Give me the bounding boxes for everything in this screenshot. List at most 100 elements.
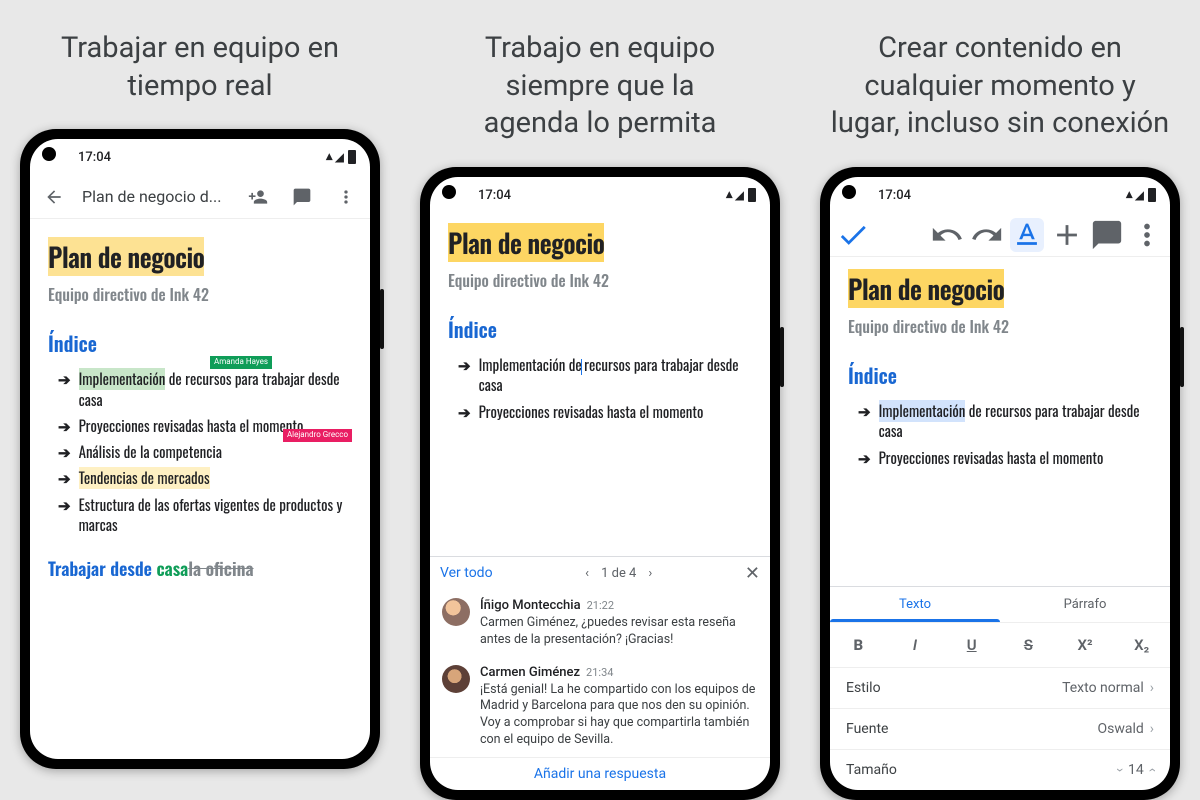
strike-button[interactable]: S — [1000, 623, 1057, 667]
bold-button[interactable]: B — [830, 623, 887, 667]
signal-icon — [335, 150, 344, 165]
comment-author: Carmen Giménez — [480, 665, 580, 680]
doc-subtitle: Equipo directivo de Ink 42 — [448, 268, 752, 292]
toc-item: Alejandro Grecco ➔Análisis de la compete… — [48, 439, 352, 465]
size-row: Tamaño › 14 › — [830, 749, 1170, 790]
document-body[interactable]: Plan de negocio Equipo directivo de Ink … — [830, 257, 1170, 586]
arrow-icon: ➔ — [858, 448, 871, 468]
wifi-icon — [326, 149, 333, 165]
arrow-icon: ➔ — [58, 495, 71, 536]
font-row[interactable]: Fuente Oswald› — [830, 708, 1170, 749]
decrease-size-icon[interactable]: › — [1112, 768, 1128, 772]
toc-heading: Índice — [848, 360, 1152, 390]
collaborator-tag: Alejandro Grecco — [283, 429, 352, 442]
status-time: 17:04 — [478, 188, 511, 203]
pager-count: 1 de 4 — [601, 566, 636, 581]
arrow-icon: ➔ — [58, 468, 71, 488]
document-body[interactable]: Plan de negocio Equipo directivo de Ink … — [430, 213, 770, 556]
share-person-icon[interactable] — [242, 181, 274, 213]
app-bar: Plan de negocio d... — [30, 175, 370, 219]
avatar — [442, 598, 470, 626]
add-reply-button[interactable]: Añadir una respuesta — [430, 757, 770, 790]
doc-subtitle: Equipo directivo de Ink 42 — [848, 314, 1152, 338]
edit-toolbar — [830, 213, 1170, 257]
collaborator-tag: Amanda Hayes — [210, 356, 272, 369]
done-icon[interactable] — [836, 218, 870, 252]
comments-panel: Ver todo ‹ 1 de 4 › ✕ Íñigo Montecchia21… — [430, 556, 770, 790]
doc-subtitle: Equipo directivo de Ink 42 — [48, 282, 352, 306]
insert-icon[interactable] — [1050, 218, 1084, 252]
chevron-right-icon: › — [1150, 680, 1154, 696]
status-time: 17:04 — [78, 150, 111, 165]
toc-item: ➔Implementación de recursos para trabaja… — [448, 352, 752, 399]
camera-hole — [442, 185, 456, 199]
doc-heading: Plan de negocio — [448, 223, 604, 262]
doc-heading: Plan de negocio — [848, 269, 1004, 308]
battery-icon — [348, 150, 356, 164]
battery-icon — [748, 188, 756, 202]
toc-item: ➔Proyecciones revisadas hasta el momento — [448, 399, 752, 425]
size-value: 14 — [1128, 762, 1144, 778]
wifi-icon — [1126, 187, 1133, 203]
camera-hole — [842, 185, 856, 199]
arrow-icon: ➔ — [58, 442, 71, 462]
toc-item: ➔Implementación de recursos para trabaja… — [848, 398, 1152, 445]
toc-item: Amanda Hayes ➔ Implementación de recurso… — [48, 366, 352, 413]
status-bar: 17:04 — [830, 177, 1170, 213]
tab-text[interactable]: Texto — [830, 587, 1000, 622]
format-panel: Texto Párrafo B I U S X² X₂ Estilo — [830, 586, 1170, 790]
arrow-icon: ➔ — [458, 355, 471, 396]
signal-icon — [1135, 188, 1144, 203]
tab-paragraph[interactable]: Párrafo — [1000, 587, 1170, 622]
redo-icon[interactable] — [970, 218, 1004, 252]
next-comment-icon[interactable]: › — [648, 566, 652, 581]
status-bar: 17:04 — [430, 177, 770, 213]
signal-icon — [735, 188, 744, 203]
increase-size-icon[interactable]: › — [1144, 768, 1160, 772]
text-cursor — [581, 359, 582, 375]
comment-icon[interactable] — [286, 181, 318, 213]
doc-heading: Plan de negocio — [48, 237, 204, 276]
arrow-icon: ➔ — [858, 401, 871, 442]
avatar — [442, 665, 470, 693]
superscript-button[interactable]: X² — [1057, 623, 1114, 667]
tagline-1: Trabajar en equipo en tiempo real — [51, 30, 349, 105]
section-heading: Trabajar desde casala oficina — [48, 556, 352, 582]
more-icon[interactable] — [1130, 218, 1164, 252]
underline-button[interactable]: U — [943, 623, 1000, 667]
style-row[interactable]: Estilo Texto normal› — [830, 667, 1170, 708]
text-format-icon[interactable] — [1010, 218, 1044, 252]
tab-indicator — [830, 619, 1000, 622]
toc-item: ➔Tendencias de mercados — [48, 465, 352, 491]
comment[interactable]: Íñigo Montecchia21:22 Carmen Giménez, ¿p… — [430, 590, 770, 657]
status-time: 17:04 — [878, 188, 911, 203]
status-bar: 17:04 — [30, 139, 370, 175]
arrow-icon: ➔ — [58, 416, 71, 436]
doc-title-truncated: Plan de negocio d... — [82, 187, 230, 206]
comment-icon[interactable] — [1090, 218, 1124, 252]
tagline-2: Trabajo en equipo siempre que la agenda … — [474, 30, 727, 143]
tagline-3: Crear contenido en cualquier momento y l… — [821, 30, 1179, 143]
italic-button[interactable]: I — [887, 623, 944, 667]
toc-item: ➔Estructura de las ofertas vigentes de p… — [48, 492, 352, 539]
phone-mock-1: 17:04 Plan de negocio d... Plan de negoc… — [20, 129, 380, 769]
wifi-icon — [726, 187, 733, 203]
highlighted-word: Implementación — [79, 368, 166, 390]
comment[interactable]: Carmen Giménez21:34 ¡Está genial! La he … — [430, 657, 770, 758]
prev-comment-icon[interactable]: ‹ — [585, 566, 589, 581]
toc-heading: Índice — [48, 328, 352, 358]
close-icon[interactable]: ✕ — [745, 563, 760, 584]
subscript-button[interactable]: X₂ — [1113, 623, 1170, 667]
comment-time: 21:34 — [586, 666, 613, 679]
document-body[interactable]: Plan de negocio Equipo directivo de Ink … — [30, 219, 370, 759]
arrow-icon: ➔ — [458, 402, 471, 422]
back-icon[interactable] — [38, 181, 70, 213]
comment-time: 21:22 — [587, 599, 614, 612]
toc-heading: Índice — [448, 314, 752, 344]
see-all-link[interactable]: Ver todo — [440, 565, 493, 581]
chevron-right-icon: › — [1150, 721, 1154, 737]
selected-word: Implementación — [879, 400, 966, 422]
phone-mock-3: 17:04 Plan de negocio Equipo directivo d… — [820, 167, 1180, 800]
undo-icon[interactable] — [930, 218, 964, 252]
more-icon[interactable] — [330, 181, 362, 213]
